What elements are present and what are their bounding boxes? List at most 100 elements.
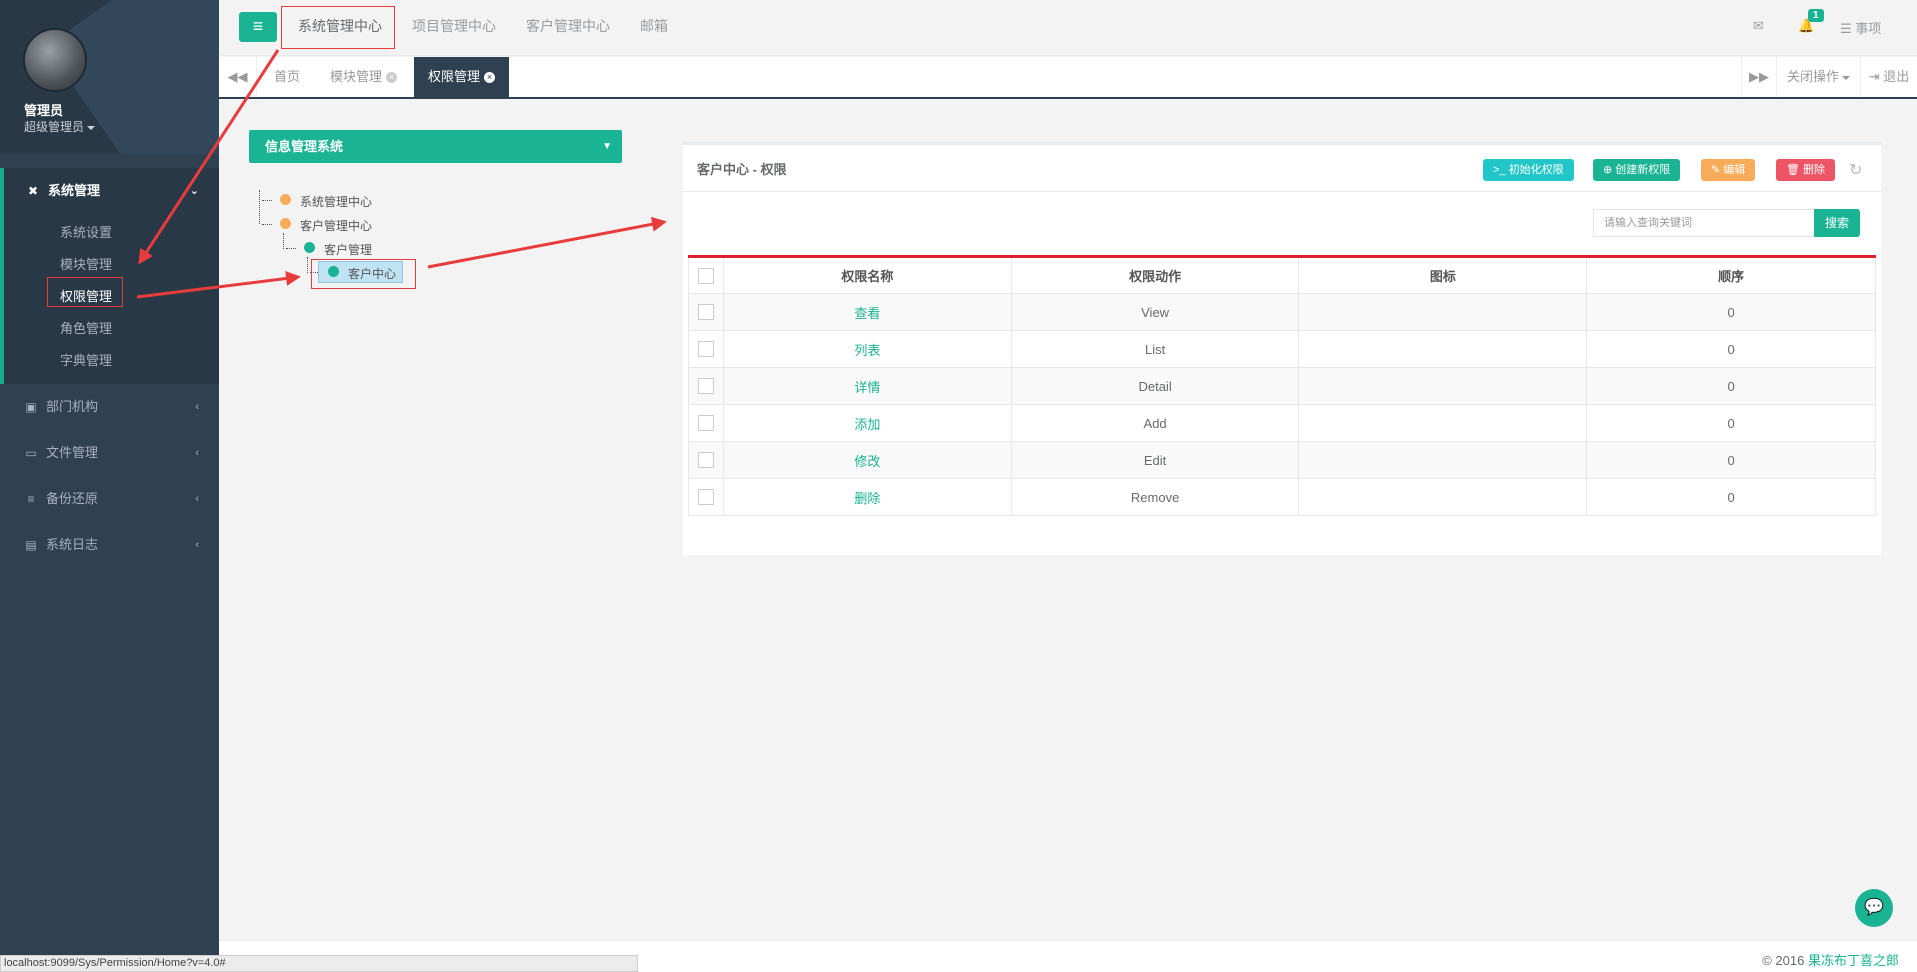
menu-system-log[interactable]: ▤ 系统日志 ‹ (0, 522, 219, 568)
panel-title: 客户中心 - 权限 (697, 162, 787, 177)
close-icon[interactable]: × (386, 72, 398, 84)
permission-name[interactable]: 详情 (722, 367, 1012, 405)
table-row[interactable]: 查看 View 0 (688, 293, 1876, 331)
row-checkbox[interactable] (697, 378, 714, 395)
topnav-mailbox[interactable]: 邮箱 (640, 0, 668, 56)
tab-module-management[interactable]: 模块管理 × (330, 57, 398, 97)
permission-icon (1298, 293, 1588, 331)
tree-node-customer-management[interactable]: 客户管理 (324, 241, 372, 258)
permission-order: 0 (1586, 441, 1876, 479)
notification-badge: 1 (1808, 9, 1824, 22)
system-select-dropdown[interactable]: 信息管理系统 ▼ (249, 130, 622, 163)
column-header-order[interactable]: 顺序 (1586, 256, 1876, 294)
tree-node-customer-center[interactable]: 客户管理中心 (300, 217, 372, 234)
permission-icon (1298, 404, 1588, 442)
permission-name[interactable]: 修改 (722, 441, 1012, 479)
tab-permission-management[interactable]: 权限管理 × (414, 57, 510, 97)
wrench-icon: ✖ (27, 184, 39, 198)
topnav-customer-center[interactable]: 客户管理中心 (526, 0, 610, 56)
create-permission-button[interactable]: ⊕ 创建新权限 (1593, 159, 1681, 181)
permission-name[interactable]: 删除 (722, 478, 1012, 516)
table-row[interactable]: 修改 Edit 0 (688, 441, 1876, 479)
envelope-icon[interactable]: ✉ (1753, 18, 1764, 34)
permission-icon (1298, 441, 1588, 479)
row-checkbox[interactable] (697, 489, 714, 506)
logout-button[interactable]: ⇥ 退出 (1861, 57, 1917, 97)
permission-action: View (1010, 293, 1300, 331)
select-all-checkbox[interactable] (697, 267, 714, 284)
row-checkbox[interactable] (697, 304, 714, 321)
avatar[interactable] (23, 28, 87, 92)
submenu-system-settings[interactable]: 系统设置 (60, 222, 112, 241)
tab-home[interactable]: 首页 (274, 57, 300, 97)
table-header-row: 权限名称 权限动作 图标 顺序 (688, 256, 1876, 294)
chevron-left-icon: ‹ (195, 493, 199, 505)
delete-button[interactable]: 🗑 删除 (1776, 159, 1836, 181)
row-checkbox[interactable] (697, 415, 714, 432)
tree-node-system-center[interactable]: 系统管理中心 (300, 193, 372, 210)
permission-action: Add (1010, 404, 1300, 442)
permission-table: 权限名称 权限动作 图标 顺序 查看 View 0 列表 List 0 详情 D… (688, 255, 1876, 516)
tab-scroll-left-button[interactable]: ◀◀ (219, 57, 257, 97)
table-row[interactable]: 添加 Add 0 (688, 404, 1876, 442)
caret-down-icon (1842, 75, 1850, 80)
permission-name[interactable]: 列表 (722, 330, 1012, 368)
chevron-left-icon: ‹ (195, 447, 199, 459)
author-link[interactable]: 果冻布丁喜之郎 (1808, 953, 1899, 968)
menu-backup-restore[interactable]: ≡ 备份还原 ‹ (0, 476, 219, 522)
annotation-box-tree (311, 259, 416, 289)
tasks-link[interactable]: ☰ 事项 (1840, 18, 1881, 37)
column-header-action[interactable]: 权限动作 (1010, 256, 1300, 294)
menu-departments[interactable]: ▣ 部门机构 ‹ (0, 384, 219, 430)
permission-name[interactable]: 查看 (722, 293, 1012, 331)
menu-file-management[interactable]: ▭ 文件管理 ‹ (0, 430, 219, 476)
edit-button[interactable]: ✎ 编辑 (1701, 159, 1756, 181)
forward-icon: ▶▶ (1749, 69, 1769, 84)
folder-open-icon: ▭ (25, 446, 37, 460)
database-icon: ≡ (27, 492, 35, 506)
table-row[interactable]: 列表 List 0 (688, 330, 1876, 368)
topnav-project-center[interactable]: 项目管理中心 (412, 0, 496, 56)
user-role-dropdown[interactable]: 超级管理员 (24, 118, 96, 135)
chat-icon[interactable]: 💬 (1855, 889, 1893, 927)
terminal-icon: >_ (1493, 164, 1506, 176)
permission-action: Remove (1010, 478, 1300, 516)
permission-action: Detail (1010, 367, 1300, 405)
file-icon: ▤ (25, 538, 37, 552)
menu-system-management[interactable]: ✖ 系统管理 ⌄ (0, 168, 219, 214)
search-button[interactable]: 搜索 (1814, 209, 1860, 237)
close-icon[interactable]: × (484, 72, 496, 84)
permission-order: 0 (1586, 367, 1876, 405)
tab-scroll-right-button[interactable]: ▶▶ (1741, 57, 1777, 97)
submenu-dictionary-management[interactable]: 字典管理 (60, 350, 112, 369)
row-checkbox[interactable] (697, 452, 714, 469)
backward-icon: ◀◀ (227, 69, 248, 84)
menu-toggle-button[interactable]: ≡ (239, 12, 277, 42)
submenu-role-management[interactable]: 角色管理 (60, 318, 112, 337)
permission-icon (1298, 478, 1588, 516)
tree-node-icon (280, 194, 291, 205)
table-row[interactable]: 详情 Detail 0 (688, 367, 1876, 405)
permission-order: 0 (1586, 404, 1876, 442)
top-navbar: ≡ 系统管理中心 项目管理中心 客户管理中心 邮箱 (219, 0, 1917, 56)
permission-action: List (1010, 330, 1300, 368)
row-checkbox[interactable] (697, 341, 714, 358)
column-header-name[interactable]: 权限名称 (722, 256, 1012, 294)
permission-icon (1298, 367, 1588, 405)
close-operations-dropdown[interactable]: 关闭操作 (1777, 57, 1861, 97)
select-all-cell (688, 256, 724, 294)
pencil-icon: ✎ (1711, 164, 1721, 176)
chevron-left-icon: ‹ (195, 401, 199, 413)
sign-out-icon: ⇥ (1868, 69, 1880, 84)
annotation-box-menu (47, 277, 123, 307)
column-header-icon[interactable]: 图标 (1298, 256, 1588, 294)
permission-panel: 客户中心 - 权限 >_ 初始化权限 ⊕ 创建新权限 ✎ 编辑 🗑 删除 ↻ 请… (683, 142, 1881, 555)
refresh-icon[interactable]: ↻ (1849, 160, 1862, 180)
permission-name[interactable]: 添加 (722, 404, 1012, 442)
search-input[interactable]: 请输入查询关键词 (1593, 209, 1815, 237)
init-permissions-button[interactable]: >_ 初始化权限 (1483, 159, 1574, 181)
tree-node-icon (280, 218, 291, 229)
tasks-icon: ☰ (1840, 21, 1852, 36)
submenu-module-management[interactable]: 模块管理 (60, 254, 112, 273)
table-row[interactable]: 删除 Remove 0 (688, 478, 1876, 516)
